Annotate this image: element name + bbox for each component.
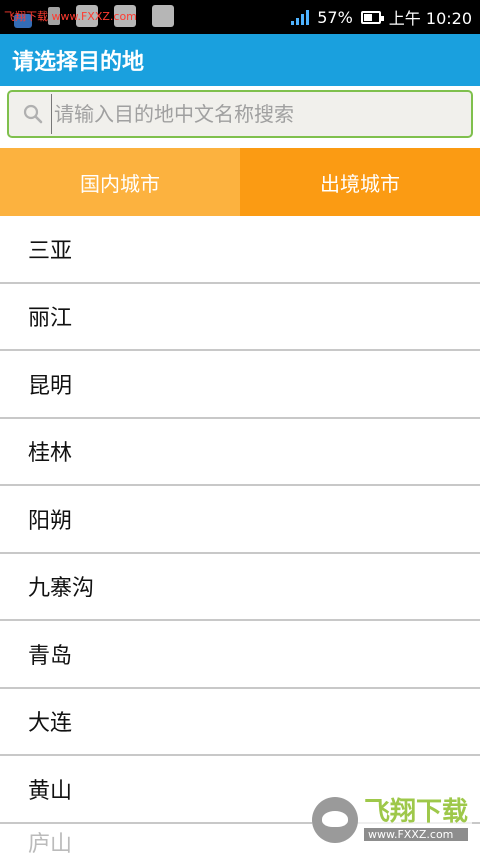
tab-abroad-cities[interactable]: 出境城市	[240, 148, 480, 216]
watermark-logo-url: www.FXXZ.com	[364, 828, 469, 841]
list-item[interactable]: 阳朔	[0, 486, 480, 554]
watermark-logo-cn: 飞翔下载	[364, 797, 469, 827]
status-right: 57% 上午 10:20	[291, 0, 472, 34]
list-item[interactable]: 桂林	[0, 418, 480, 486]
search-area	[0, 86, 480, 148]
tab-domestic-cities[interactable]: 国内城市	[0, 148, 240, 216]
status-bar: 飞翔下载 www.FXXZ.com 57% 上午 10:20	[0, 0, 480, 34]
signal-icon	[291, 9, 310, 25]
clock: 上午 10:20	[388, 9, 472, 28]
list-item[interactable]: 大连	[0, 688, 480, 756]
watermark-logo: 飞翔下载 www.FXXZ.com	[312, 794, 472, 846]
list-item[interactable]: 昆明	[0, 351, 480, 419]
page-title: 请选择目的地	[12, 50, 145, 75]
battery-percent: 57%	[317, 7, 353, 27]
city-list: 三亚 丽江 昆明 桂林 阳朔 九寨沟 青岛 大连 黄山 庐山	[0, 216, 480, 854]
search-box[interactable]	[7, 90, 473, 138]
battery-fill	[363, 13, 372, 21]
list-item[interactable]: 三亚	[0, 216, 480, 284]
watermark-logo-text: 飞翔下载 www.FXXZ.com	[364, 797, 469, 841]
list-item[interactable]: 青岛	[0, 621, 480, 689]
android-debug-icon	[152, 5, 174, 27]
title-bar: 请选择目的地	[0, 34, 480, 86]
list-item[interactable]: 丽江	[0, 283, 480, 351]
battery-icon	[360, 10, 384, 24]
search-icon	[21, 102, 45, 126]
watermark-text-top: 飞翔下载 www.FXXZ.com	[4, 10, 137, 23]
list-item[interactable]: 九寨沟	[0, 553, 480, 621]
city-tabs: 国内城市 出境城市	[0, 148, 480, 216]
search-input[interactable]	[51, 94, 451, 134]
watermark-logo-icon	[312, 797, 358, 843]
